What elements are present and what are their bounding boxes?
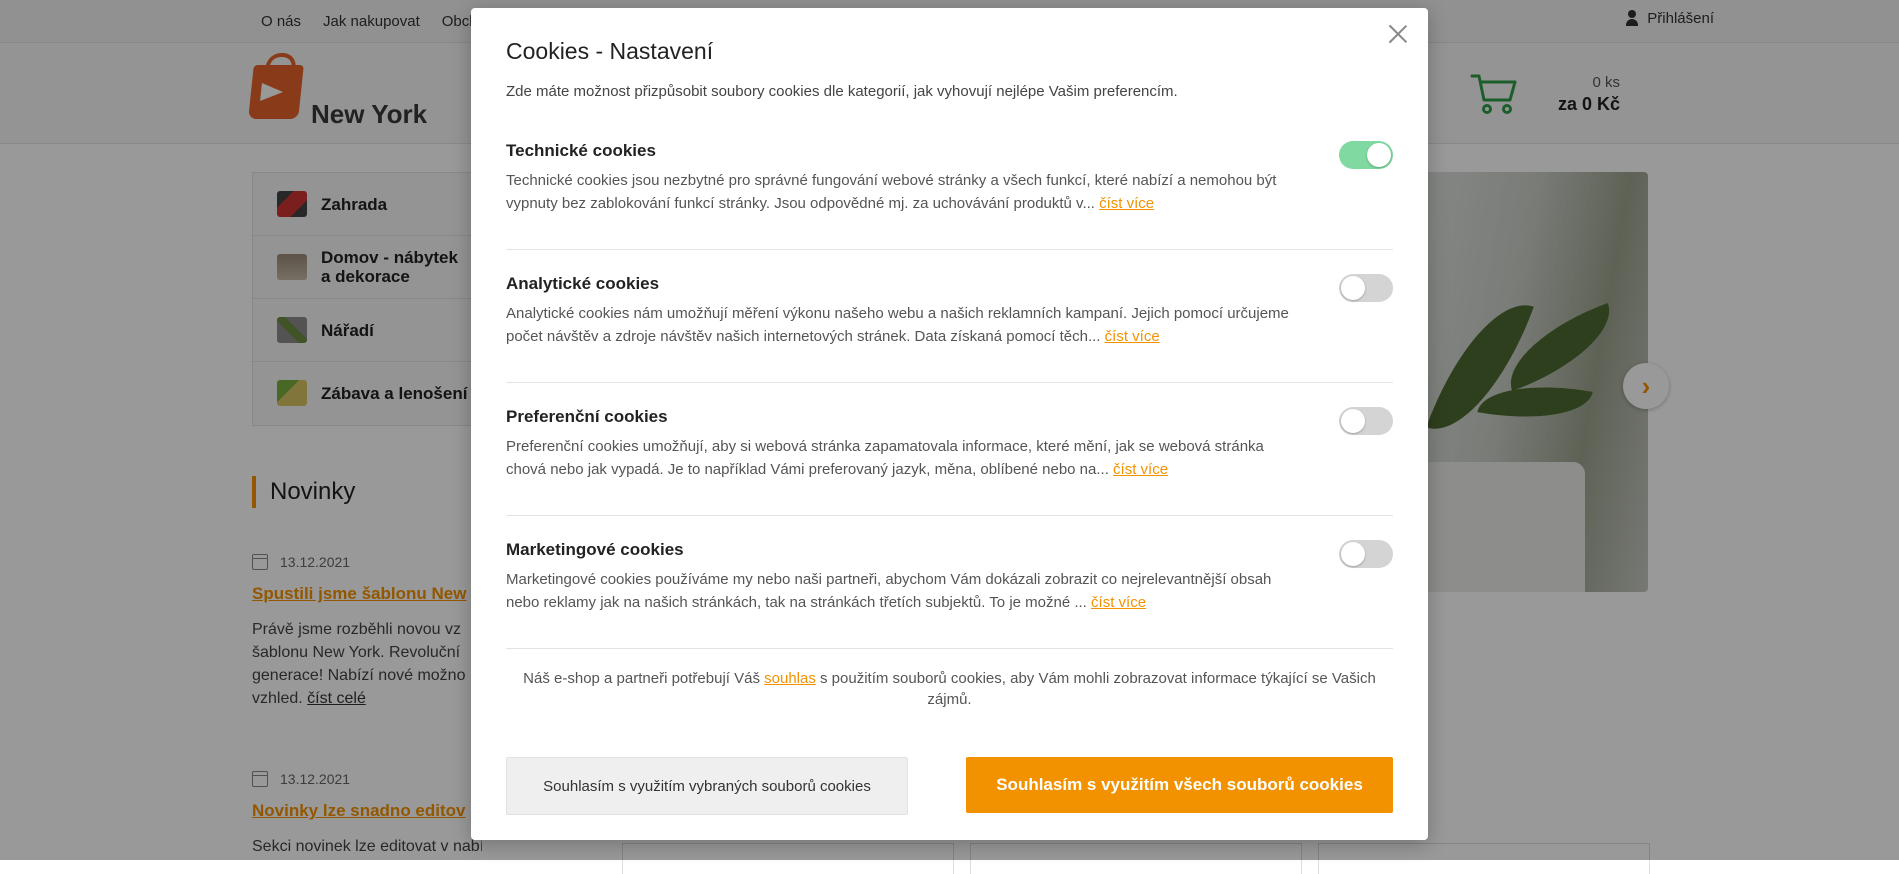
consent-text: s použitím souborů cookies, aby Vám mohl… xyxy=(815,670,1376,708)
technical-cookies-toggle[interactable] xyxy=(1339,141,1393,169)
read-more-link[interactable]: číst více xyxy=(1105,328,1160,345)
consent-link[interactable]: souhlas xyxy=(764,670,816,687)
read-more-link[interactable]: číst více xyxy=(1099,195,1154,212)
section-title: Preferenční cookies xyxy=(506,407,668,426)
accept-all-button[interactable]: Souhlasím s využitím všech souborů cooki… xyxy=(966,757,1393,813)
section-description: Technické cookies jsou nezbytné pro sprá… xyxy=(506,169,1306,215)
modal-title: Cookies - Nastavení xyxy=(506,38,714,64)
consent-notice: Náš e-shop a partneři potřebují Váš souh… xyxy=(506,668,1393,710)
cookie-section-analytics: Analytické cookies Analytické cookies ná… xyxy=(506,274,1393,383)
cookie-settings-modal: Cookies - Nastavení Zde máte možnost při… xyxy=(471,8,1428,840)
section-title: Marketingové cookies xyxy=(506,540,684,559)
section-description: Analytické cookies nám umožňují měření v… xyxy=(506,302,1306,348)
section-title: Analytické cookies xyxy=(506,274,660,293)
section-text: Analytické cookies nám umožňují měření v… xyxy=(506,305,1289,345)
preferences-cookies-toggle[interactable] xyxy=(1339,407,1393,435)
cookie-section-technical: Technické cookies Technické cookies jsou… xyxy=(506,141,1393,250)
section-title: Technické cookies xyxy=(506,141,656,160)
accept-selected-button[interactable]: Souhlasím s využitím vybraných souborů c… xyxy=(506,757,908,815)
analytics-cookies-toggle[interactable] xyxy=(1339,274,1393,302)
section-description: Preferenční cookies umožňují, aby si web… xyxy=(506,435,1306,481)
modal-subtitle: Zde máte možnost přizpůsobit soubory coo… xyxy=(506,83,1178,100)
section-description: Marketingové cookies používáme my nebo n… xyxy=(506,568,1306,614)
marketing-cookies-toggle[interactable] xyxy=(1339,540,1393,568)
cookie-section-marketing: Marketingové cookies Marketingové cookie… xyxy=(506,540,1393,649)
read-more-link[interactable]: číst více xyxy=(1113,461,1168,478)
consent-text: Náš e-shop a partneři potřebují Váš xyxy=(523,670,765,687)
close-icon[interactable] xyxy=(1386,22,1410,46)
cookie-section-preferences: Preferenční cookies Preferenční cookies … xyxy=(506,407,1393,516)
section-text: Marketingové cookies používáme my nebo n… xyxy=(506,571,1272,611)
section-text: Technické cookies jsou nezbytné pro sprá… xyxy=(506,172,1277,212)
read-more-link[interactable]: číst více xyxy=(1091,594,1146,611)
